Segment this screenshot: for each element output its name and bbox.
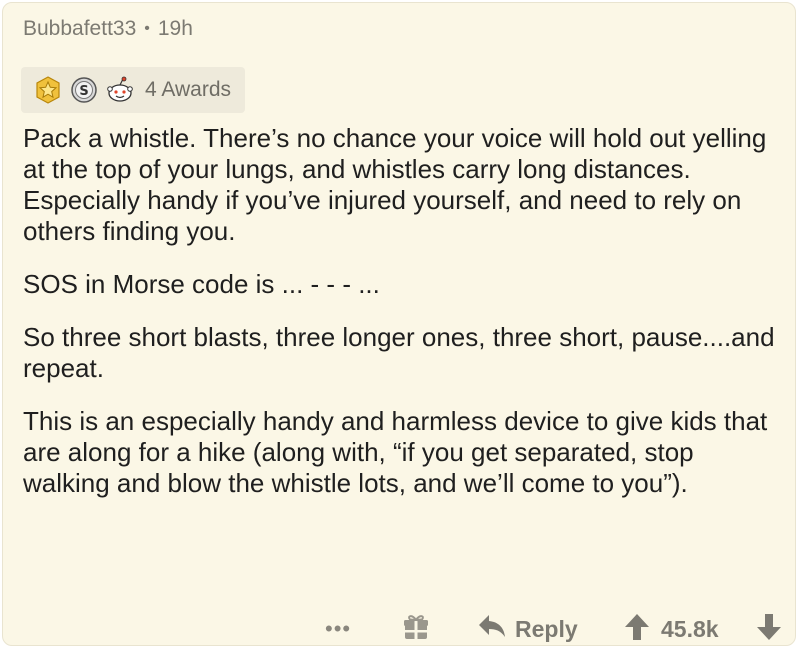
gift-icon <box>401 612 431 647</box>
comment-paragraph: So three short blasts, three longer ones… <box>23 322 775 383</box>
comment-age: 19h <box>157 17 193 40</box>
more-options-button[interactable]: ••• <box>325 609 351 649</box>
awards-count-label: 4 Awards <box>145 78 231 101</box>
silver-s-award-icon: S <box>69 75 99 105</box>
comment-paragraph: Pack a whistle. There’s no chance your v… <box>23 123 767 246</box>
comment-paragraph: SOS in Morse code is ... - - - ... <box>23 269 380 299</box>
comment-meta: Bubbafett33 • 19h <box>23 17 193 41</box>
upvote-button[interactable] <box>623 609 651 649</box>
comment-actions-bar: ••• Reply 45.8k <box>3 609 795 649</box>
awards-bar[interactable]: S 4 Awards <box>21 67 245 113</box>
meta-separator: • <box>144 20 150 37</box>
comment-body: Pack a whistle. There’s no chance your v… <box>23 123 783 499</box>
reply-arrow-icon <box>477 612 507 646</box>
author-username[interactable]: Bubbafett33 <box>23 17 136 41</box>
snoo-award-icon <box>105 75 135 105</box>
comment-card: Bubbafett33 • 19h S 4 Awards Pack a whis… <box>2 2 796 646</box>
downvote-arrow-icon <box>755 612 783 647</box>
comment-paragraph: This is an especially handy and harmless… <box>23 406 768 498</box>
reply-button[interactable]: Reply <box>477 609 578 649</box>
gold-star-award-icon <box>33 75 63 105</box>
vote-score: 45.8k <box>661 615 719 642</box>
upvote-arrow-icon <box>623 612 651 647</box>
reply-label: Reply <box>515 615 578 642</box>
svg-text:S: S <box>79 84 88 99</box>
downvote-button[interactable] <box>755 609 783 649</box>
give-award-button[interactable] <box>401 609 431 649</box>
